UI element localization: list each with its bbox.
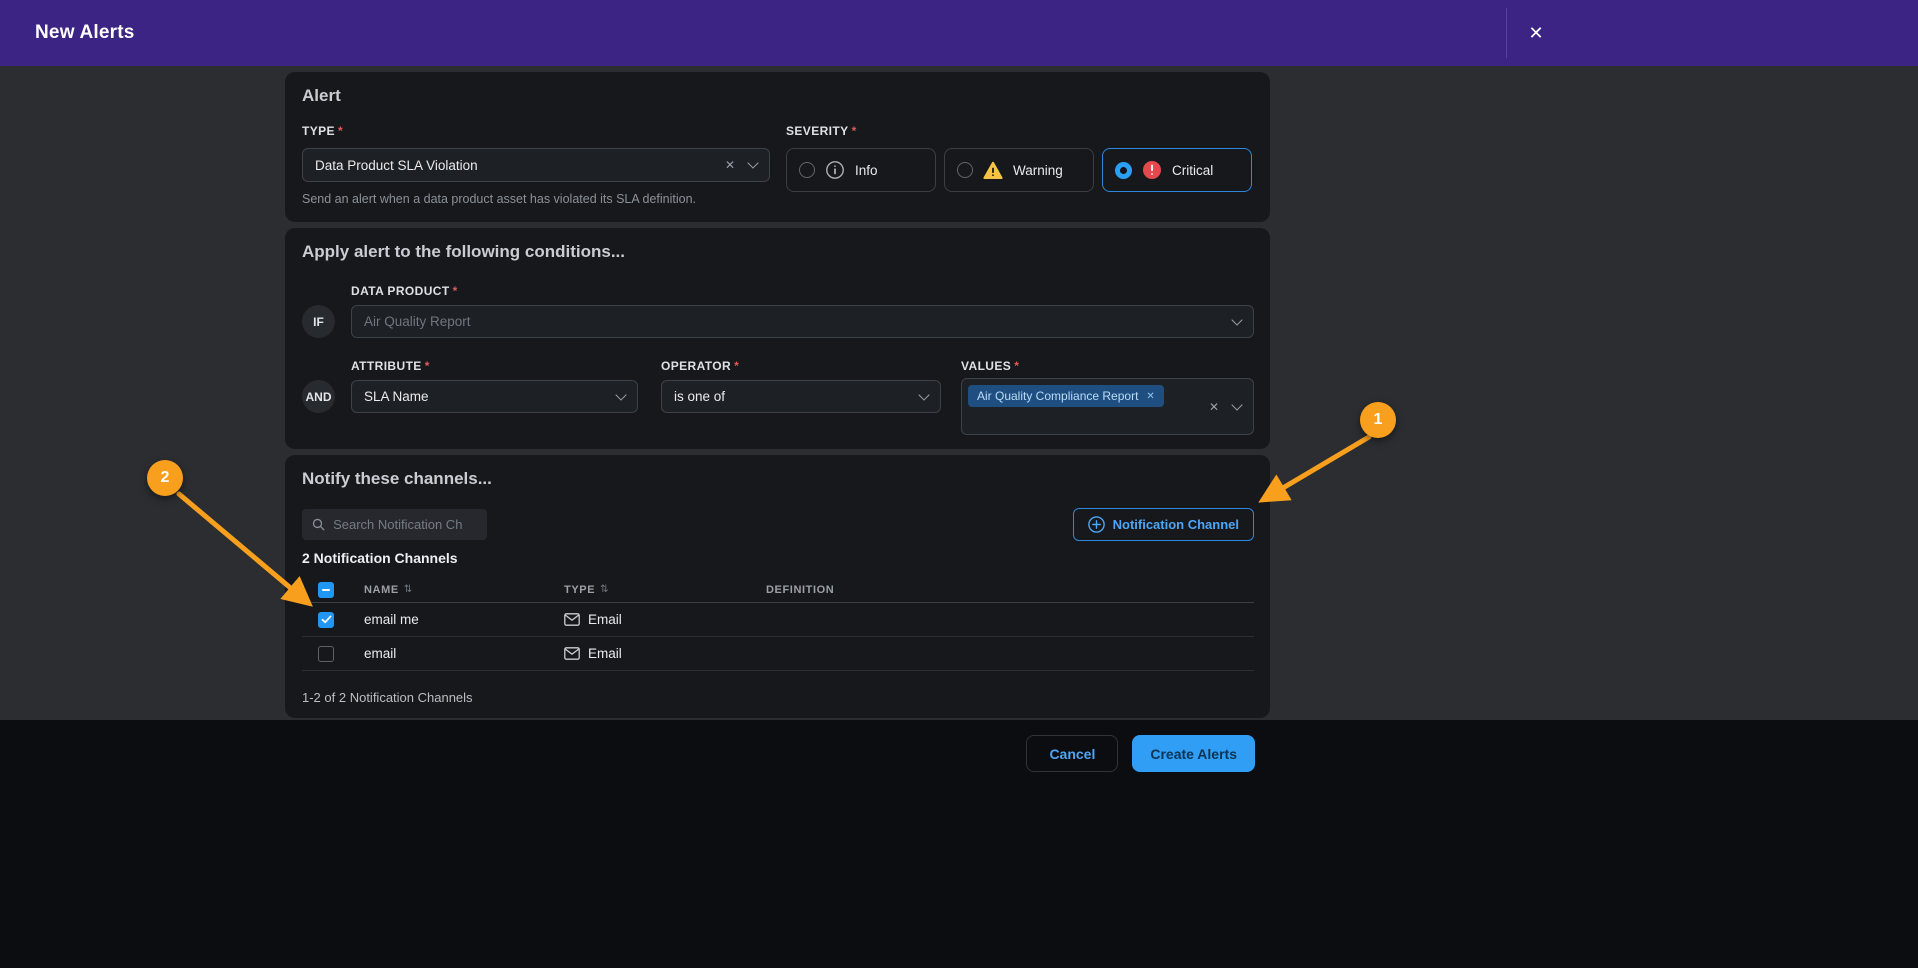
pagination-text: 1-2 of 2 Notification Channels [302,690,473,705]
row-checkbox[interactable] [318,646,334,662]
modal-title: New Alerts [35,22,135,44]
chevron-down-icon[interactable] [615,389,626,400]
data-product-select[interactable]: Air Quality Report [351,305,1254,338]
operator-select[interactable]: is one of [661,380,941,413]
chevron-down-icon[interactable] [1231,399,1242,410]
severity-option-label: Info [855,163,878,178]
add-notification-channel-label: Notification Channel [1113,517,1239,532]
modal-footer: Cancel Create Alerts [0,720,1918,968]
sort-icon: ⇅ [600,584,609,595]
column-header-name[interactable]: NAME ⇅ [364,584,564,596]
plus-circle-icon [1088,516,1105,533]
required-asterisk: * [453,284,458,298]
create-alerts-button[interactable]: Create Alerts [1132,735,1255,772]
channel-name: email [364,646,564,661]
attribute-label: ATTRIBUTE* [351,359,430,373]
alert-section: Alert TYPE* Data Product SLA Violation ✕… [285,72,1270,222]
search-input[interactable] [333,517,477,532]
warning-icon [983,161,1003,180]
and-badge: AND [302,380,335,413]
radio-icon [957,162,973,178]
severity-option-label: Critical [1172,163,1213,178]
table-row[interactable]: email Email [302,637,1254,671]
severity-options: Info Warning Critical [786,148,1252,192]
cancel-button[interactable]: Cancel [1026,735,1118,772]
channels-table: NAME ⇅ TYPE ⇅ DEFINITION email me [302,577,1254,671]
radio-icon [1115,162,1132,179]
attribute-value: SLA Name [364,389,603,404]
annotation-step-1: 1 [1360,402,1396,438]
search-icon [312,517,325,532]
required-asterisk: * [734,359,739,373]
channel-type: Email [588,612,622,627]
required-asterisk: * [338,124,343,138]
close-button[interactable]: ✕ [1518,15,1554,51]
annotation-step-2: 2 [147,460,183,496]
operator-value: is one of [674,389,906,404]
add-notification-channel-button[interactable]: Notification Channel [1073,508,1254,541]
check-icon [321,615,332,624]
type-help-text: Send an alert when a data product asset … [302,192,696,206]
channel-count: 2 Notification Channels [302,550,458,566]
channel-type: Email [588,646,622,661]
conditions-section-title: Apply alert to the following conditions.… [302,242,625,262]
channel-name: email me [364,612,564,627]
if-badge: IF [302,305,335,338]
attribute-select[interactable]: SLA Name [351,380,638,413]
conditions-section: Apply alert to the following conditions.… [285,228,1270,449]
notify-section: Notify these channels... Notification Ch… [285,455,1270,718]
operator-label: OPERATOR* [661,359,739,373]
column-header-definition: DEFINITION [766,584,1254,596]
alert-type-value: Data Product SLA Violation [315,158,713,173]
close-icon: ✕ [1528,23,1543,44]
row-checkbox[interactable] [318,612,334,628]
modal-header: New Alerts ✕ [0,0,1918,66]
value-chip: Air Quality Compliance Report ✕ [968,385,1164,407]
annotation-arrow-1 [1266,437,1369,498]
header-divider [1506,8,1507,58]
select-all-checkbox[interactable] [318,582,334,598]
notify-section-title: Notify these channels... [302,469,492,489]
clear-icon[interactable]: ✕ [1209,400,1219,414]
footer-buttons: Cancel Create Alerts [1026,735,1255,772]
values-controls: ✕ [1197,379,1253,434]
table-header-row: NAME ⇅ TYPE ⇅ DEFINITION [302,577,1254,603]
required-asterisk: * [1014,359,1019,373]
severity-option-warning[interactable]: Warning [944,148,1094,192]
chevron-down-icon[interactable] [918,389,929,400]
value-chip-label: Air Quality Compliance Report [977,389,1138,403]
indeterminate-icon [322,589,330,591]
alert-type-select[interactable]: Data Product SLA Violation ✕ [302,148,770,182]
severity-label: SEVERITY* [786,124,857,138]
severity-option-info[interactable]: Info [786,148,936,192]
required-asterisk: * [852,124,857,138]
critical-icon [1142,160,1162,180]
column-header-type[interactable]: TYPE ⇅ [564,584,766,596]
radio-icon [799,162,815,178]
chevron-down-icon[interactable] [1231,314,1242,325]
email-icon [564,613,580,626]
email-icon [564,647,580,660]
required-asterisk: * [425,359,430,373]
data-product-label: DATA PRODUCT* [351,284,458,298]
sort-icon: ⇅ [404,584,413,595]
alert-section-title: Alert [302,86,341,106]
chip-remove-icon[interactable]: ✕ [1146,391,1154,402]
search-box [302,509,487,540]
values-chip-area: Air Quality Compliance Report ✕ [962,379,1197,434]
table-row[interactable]: email me Email [302,603,1254,637]
values-multiselect[interactable]: Air Quality Compliance Report ✕ ✕ [961,378,1254,435]
values-label: VALUES* [961,359,1019,373]
chevron-down-icon[interactable] [747,157,758,168]
severity-option-label: Warning [1013,163,1063,178]
type-label: TYPE* [302,124,343,138]
severity-option-critical[interactable]: Critical [1102,148,1252,192]
clear-icon[interactable]: ✕ [725,158,735,172]
data-product-placeholder: Air Quality Report [364,314,1219,329]
info-icon [825,160,845,180]
